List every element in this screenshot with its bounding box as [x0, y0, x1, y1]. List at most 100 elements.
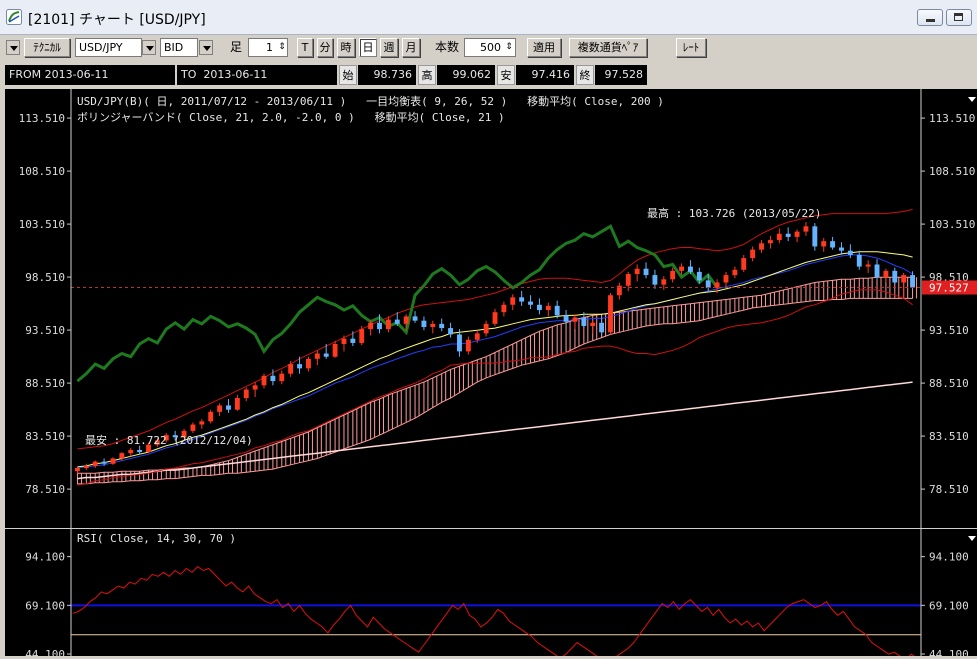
pair-select[interactable]: USD/JPY	[75, 38, 142, 57]
price-tick-label-left: 108.510	[19, 165, 65, 178]
close-label: 終	[576, 65, 594, 85]
price-tick-label-right: 93.510	[929, 324, 969, 337]
low-annotation: 最安 : 81.722 (2012/12/04)	[85, 434, 253, 447]
technical-button[interactable]: ﾃｸﾆｶﾙ	[24, 38, 70, 57]
candle-body	[377, 322, 382, 330]
price-tick-label-right: 113.510	[929, 112, 975, 125]
candle-body	[847, 250, 853, 255]
from-cell: FROM 2013-06-11	[5, 65, 175, 85]
rate-button[interactable]: ﾚｰﾄ	[676, 38, 706, 57]
period-button-day[interactable]: 日	[359, 38, 377, 57]
candle-body	[350, 338, 356, 343]
candle-body	[128, 449, 134, 454]
candle-body	[492, 312, 498, 324]
kumo-bottom-line	[77, 297, 913, 485]
candle-body	[856, 254, 862, 267]
candle-body	[368, 322, 374, 330]
candle-body	[723, 275, 729, 283]
price-pane-collapse-icon[interactable]	[968, 97, 976, 102]
sma200-legend: 移動平均( Close, 200 )	[527, 95, 664, 108]
window-title: [2101] チャート [USD/JPY]	[28, 12, 206, 28]
rsi-tick-label-left: 69.100	[25, 599, 65, 612]
candle-body	[688, 266, 693, 272]
candle-body	[261, 375, 267, 386]
side-dropdown-icon[interactable]	[199, 40, 213, 55]
price-tick-label-left: 88.510	[25, 377, 65, 390]
to-date: 2013-06-11	[203, 68, 268, 81]
candle-body	[137, 449, 143, 453]
candle-body	[457, 334, 462, 352]
candle-body	[270, 375, 276, 382]
apply-button[interactable]: 適用	[527, 38, 561, 57]
candle-body	[874, 264, 880, 278]
period-button-month[interactable]: 月	[402, 38, 420, 57]
candle-body	[670, 270, 676, 280]
candle-body	[314, 353, 320, 359]
candle-body	[563, 315, 569, 322]
candle-body	[323, 353, 329, 357]
side-select[interactable]: BID	[160, 38, 198, 57]
rsi-legend: RSI( Close, 14, 30, 70 )	[77, 532, 236, 545]
to-cell: TO 2013-06-11	[177, 65, 337, 85]
candle-body	[385, 319, 391, 330]
candle-body	[599, 322, 605, 333]
candle-body	[528, 301, 533, 305]
price-tick-label-left: 103.510	[19, 218, 65, 231]
candle-body	[812, 226, 818, 247]
period-button-minute[interactable]: 分	[317, 38, 333, 57]
candle-body	[119, 453, 125, 459]
candle-body	[839, 247, 844, 251]
menu-dropdown-icon[interactable]	[6, 40, 20, 55]
price-tick-label-right: 83.510	[929, 430, 969, 443]
pair-dropdown-icon[interactable]	[142, 40, 156, 55]
candle-body	[883, 270, 889, 278]
from-label: FROM	[9, 68, 42, 81]
rsi-pane-collapse-icon[interactable]	[968, 536, 976, 541]
ohlc-info-bar: FROM 2013-06-11 TO 2013-06-11 始 98.736 高…	[0, 63, 977, 87]
candle-body	[830, 241, 836, 248]
rsi-tick-label-right: 94.100	[929, 551, 969, 564]
ashi-label: 足	[229, 40, 242, 54]
period-button-week[interactable]: 週	[380, 38, 398, 57]
candle-body	[332, 343, 338, 357]
maximize-button[interactable]	[946, 9, 972, 26]
candle-body	[501, 304, 507, 313]
period-button-hour[interactable]: 時	[337, 38, 355, 57]
price-tick-label-left: 98.510	[25, 271, 65, 284]
candle-body	[252, 385, 258, 390]
candle-body	[234, 398, 240, 410]
multi-pair-button[interactable]: 複数通貨ﾍﾟｱ	[569, 38, 647, 57]
spinner-icon[interactable]: ⇕	[277, 41, 287, 60]
candle-body	[448, 328, 454, 335]
candle-body	[279, 373, 285, 382]
candle-body	[190, 424, 196, 431]
chart-area[interactable]: 113.510 113.510 108.510 108.510 103.510 103.5…	[5, 89, 977, 659]
candle-body	[652, 275, 658, 285]
candle-body	[101, 461, 107, 464]
price-tick-label-right: 88.510	[929, 377, 969, 390]
candle-body	[910, 275, 916, 288]
candle-body	[892, 270, 898, 283]
low-label: 安	[497, 65, 515, 85]
candle-body	[226, 405, 231, 410]
window-titlebar: [2101] チャート [USD/JPY]	[0, 0, 977, 35]
candle-body	[208, 411, 214, 422]
high-annotation: 最高 : 103.726 (2013/05/22)	[647, 207, 822, 220]
candle-body	[803, 226, 809, 232]
candle-body	[581, 317, 587, 326]
candle-body	[536, 304, 542, 311]
candle-body	[714, 282, 720, 288]
candle-body	[590, 322, 596, 326]
candle-body	[519, 297, 525, 302]
minimize-button[interactable]	[917, 9, 943, 26]
chart-canvas[interactable]: 113.510 113.510 108.510 108.510 103.510 103.5…	[5, 89, 977, 659]
candle-body	[625, 274, 631, 286]
candle-body	[412, 316, 418, 321]
candle-body	[110, 458, 116, 464]
count-spinner-icon[interactable]: ⇕	[504, 41, 514, 60]
candle-body	[83, 465, 89, 468]
period-button-tick[interactable]: T	[297, 38, 313, 57]
minimize-icon	[926, 19, 935, 22]
current-price-label: 97.527	[929, 282, 969, 295]
low-value: 97.416	[516, 65, 574, 85]
